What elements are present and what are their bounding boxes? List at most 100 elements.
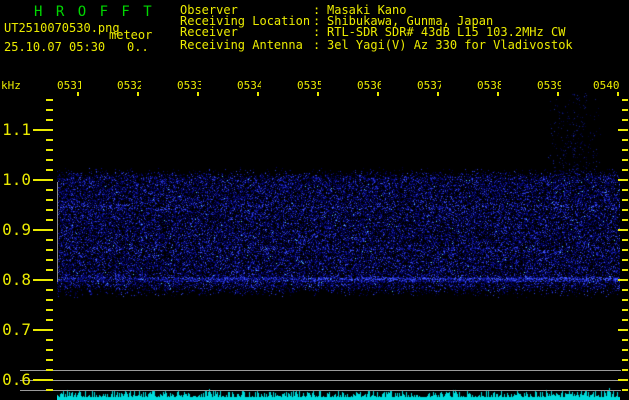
freq-tick-label: 0.8: [2, 270, 31, 289]
output-filename: UT2510070530.png: [4, 21, 120, 35]
time-label-clipped-digit: 7: [436, 80, 441, 92]
freq-minor-tick-right: [622, 99, 628, 101]
freq-minor-tick-right: [622, 199, 628, 201]
level-reference-line: [20, 390, 621, 391]
freq-minor-tick-right: [622, 209, 628, 211]
freq-minor-tick-right: [622, 159, 628, 161]
time-minor-tick: [377, 92, 379, 96]
time-minor-tick: [317, 92, 319, 96]
freq-minor-tick: [46, 309, 53, 311]
freq-minor-tick: [46, 239, 53, 241]
time-tick-label: 0531: [57, 79, 81, 92]
freq-minor-tick: [46, 189, 53, 191]
freq-minor-tick: [46, 269, 53, 271]
freq-tick-label: 0.9: [2, 220, 31, 239]
freq-minor-tick: [46, 369, 53, 371]
freq-minor-tick: [46, 159, 53, 161]
freq-minor-tick: [46, 149, 53, 151]
time-minor-tick: [557, 92, 559, 96]
freq-tick-label: 0.7: [2, 320, 31, 339]
freq-major-tick: [33, 379, 53, 381]
freq-minor-tick: [46, 339, 53, 341]
time-tick-label: 0540: [593, 79, 620, 92]
freq-minor-tick-right: [622, 109, 628, 111]
hrofft-screen: H R O F F T UT2510070530.png meteor 25.1…: [0, 0, 629, 400]
info-label: Receiving Antenna: [180, 38, 303, 52]
freq-minor-tick: [46, 209, 53, 211]
time-tick-label: 0533: [177, 79, 201, 92]
freq-tick-label: 1.0: [2, 170, 31, 189]
time-minor-tick: [617, 92, 619, 96]
freq-minor-tick-right: [622, 369, 628, 371]
time-label-clipped-digit: 6: [376, 80, 381, 92]
freq-minor-tick: [46, 119, 53, 121]
freq-minor-tick: [46, 319, 53, 321]
freq-minor-tick-right: [622, 269, 628, 271]
time-tick-label: 0536: [357, 79, 381, 92]
level-reference-line: [20, 370, 621, 371]
freq-minor-tick-right: [622, 359, 628, 361]
freq-major-tick-right: [618, 179, 628, 181]
freq-minor-tick: [46, 349, 53, 351]
time-tick-label: 0534: [237, 79, 261, 92]
freq-major-tick-right: [618, 329, 628, 331]
freq-minor-tick-right: [622, 299, 628, 301]
time-label-clipped-digit: 8: [496, 80, 501, 92]
station-info-block: Observer: Masaki Kano Receiving Location: S…: [180, 4, 573, 52]
level-reference-line: [20, 380, 621, 381]
freq-major-tick: [33, 229, 53, 231]
freq-major-tick-right: [618, 279, 628, 281]
freq-major-tick: [33, 279, 53, 281]
time-minor-tick: [137, 92, 139, 96]
freq-major-tick-right: [618, 379, 628, 381]
time-label-clipped-digit: 1: [76, 80, 81, 92]
freq-minor-tick: [46, 259, 53, 261]
freq-minor-tick: [46, 289, 53, 291]
time-label-clipped-digit: 5: [316, 80, 321, 92]
time-minor-tick: [197, 92, 199, 96]
freq-minor-tick-right: [622, 149, 628, 151]
freq-major-tick: [33, 179, 53, 181]
freq-minor-tick-right: [622, 239, 628, 241]
freq-major-tick: [33, 329, 53, 331]
freq-minor-tick-right: [622, 349, 628, 351]
freq-minor-tick: [46, 359, 53, 361]
info-row: Receiver: RTL-SDR SDR# 43dB L15 103.2MHz …: [180, 25, 573, 39]
freq-minor-tick-right: [622, 169, 628, 171]
observation-datetime: 25.10.07 05:30: [4, 40, 106, 54]
freq-minor-tick: [46, 99, 53, 101]
info-label: Receiver: [180, 25, 238, 39]
freq-minor-tick: [46, 199, 53, 201]
freq-tick-label: 1.1: [2, 120, 31, 139]
echo-counter: 0..: [127, 40, 149, 54]
time-tick-label: 0539: [537, 79, 561, 92]
freq-minor-tick-right: [622, 249, 628, 251]
freq-major-tick: [33, 129, 53, 131]
freq-minor-tick: [46, 169, 53, 171]
freq-minor-tick-right: [622, 389, 628, 391]
spectrogram-canvas: [57, 93, 620, 400]
info-row: Receiving Antenna:3el Yagi(V) Az 330 for…: [180, 38, 573, 52]
freq-minor-tick-right: [622, 339, 628, 341]
app-title: H R O F F T: [34, 4, 155, 20]
time-tick-label: 0532: [117, 79, 141, 92]
freq-minor-tick-right: [622, 219, 628, 221]
freq-minor-tick: [46, 389, 53, 391]
freq-minor-tick: [46, 249, 53, 251]
time-label-clipped-digit: 9: [556, 80, 561, 92]
freq-minor-tick: [46, 299, 53, 301]
calibration-bar: [57, 182, 58, 282]
time-minor-tick: [77, 92, 79, 96]
time-tick-label: 0538: [477, 79, 501, 92]
freq-tick-label: 0.6: [2, 370, 31, 389]
freq-minor-tick-right: [622, 289, 628, 291]
info-separator: :: [313, 38, 321, 52]
time-minor-tick: [257, 92, 259, 96]
time-label-clipped-digit: 3: [196, 80, 201, 92]
freq-minor-tick-right: [622, 189, 628, 191]
freq-major-tick-right: [618, 129, 628, 131]
freq-minor-tick-right: [622, 139, 628, 141]
freq-minor-tick-right: [622, 119, 628, 121]
freq-axis-unit: kHz: [1, 79, 21, 92]
time-minor-tick: [497, 92, 499, 96]
